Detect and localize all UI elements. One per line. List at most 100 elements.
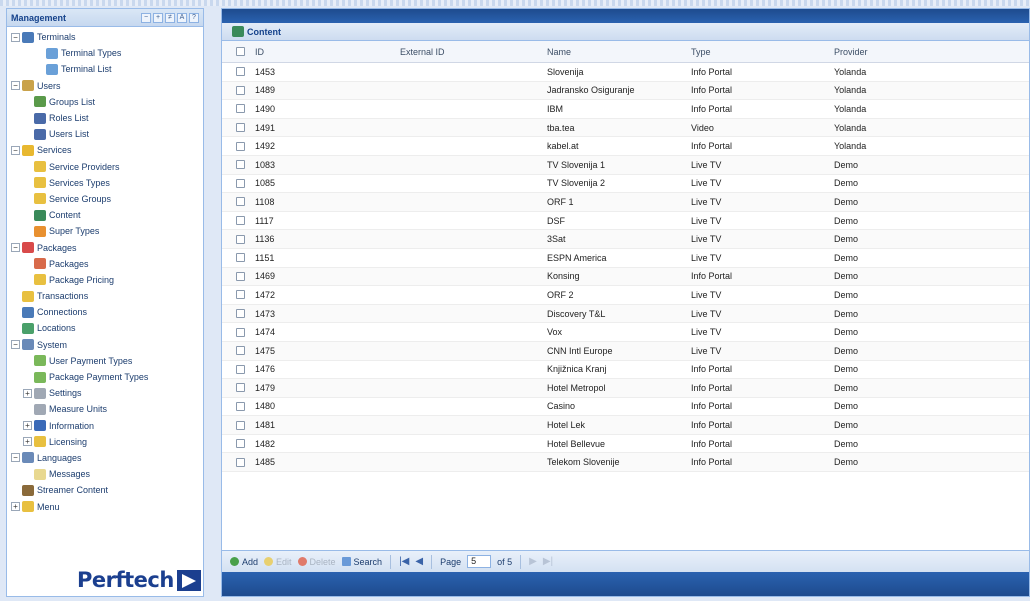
tree-item-languages[interactable]: − Languages [7, 450, 203, 466]
tree-item-service-providers[interactable]: Service Providers [7, 159, 203, 175]
tree-item-packages[interactable]: − Packages [7, 239, 203, 255]
table-row[interactable]: 1474 Vox Live TV Demo [222, 323, 1029, 342]
tree-item-menu[interactable]: + Menu [7, 498, 203, 514]
tree-item-roles-list[interactable]: Roles List [7, 110, 203, 126]
filter-tool-button[interactable]: ≠ [165, 12, 175, 23]
collapse-icon[interactable]: − [11, 340, 20, 350]
search-button[interactable]: Search [341, 557, 382, 567]
tree-item-user-payment-types[interactable]: User Payment Types [7, 353, 203, 369]
tree-item-super-types[interactable]: Super Types [7, 223, 203, 239]
table-row[interactable]: 1476 Knjižnica Kranj Info Portal Demo [222, 361, 1029, 380]
row-checkbox[interactable] [236, 327, 245, 337]
row-checkbox[interactable] [236, 85, 245, 95]
column-header-id[interactable]: ID [255, 41, 264, 62]
column-header-external-id[interactable]: External ID [400, 41, 445, 62]
collapse-icon[interactable]: − [11, 32, 20, 42]
collapse-icon[interactable]: − [11, 81, 20, 91]
tree-item-services[interactable]: − Services [7, 142, 203, 158]
row-checkbox[interactable] [236, 364, 245, 374]
last-page-icon[interactable]: ▶| [543, 556, 553, 567]
tree-item-settings[interactable]: + Settings [7, 385, 203, 401]
row-checkbox[interactable] [236, 234, 245, 244]
column-header-type[interactable]: Type [691, 41, 711, 62]
tree-item-terminal-list[interactable]: Terminal List [7, 61, 203, 77]
tree-item-packages[interactable]: Packages [7, 256, 203, 272]
tree-item-connections[interactable]: Connections [7, 304, 203, 320]
expand-icon[interactable]: + [11, 502, 20, 512]
table-row[interactable]: 1085 TV Slovenija 2 Live TV Demo [222, 175, 1029, 194]
previous-page-icon[interactable]: ◀ [415, 556, 423, 567]
tree-item-locations[interactable]: Locations [7, 320, 203, 336]
next-page-icon[interactable]: ▶ [529, 556, 537, 567]
tree-item-transactions[interactable]: Transactions [7, 288, 203, 304]
expand-icon[interactable]: + [23, 421, 32, 431]
table-row[interactable]: 1480 Casino Info Portal Demo [222, 398, 1029, 417]
row-checkbox[interactable] [236, 123, 245, 133]
table-row[interactable]: 1489 Jadransko Osiguranje Info Portal Yolan… [222, 81, 1029, 101]
tree-item-information[interactable]: + Information [7, 418, 203, 434]
edit-button[interactable]: Edit [264, 557, 292, 567]
collapse-all-tool-button[interactable]: − [141, 12, 151, 23]
table-row[interactable]: 1490 IBM Info Portal Yolanda [222, 100, 1029, 119]
table-row[interactable]: 1479 Hotel Metropol Info Portal Demo [222, 379, 1029, 398]
row-checkbox[interactable] [236, 253, 245, 263]
tree-item-messages[interactable]: Messages [7, 466, 203, 482]
tree-item-measure-units[interactable]: Measure Units [7, 401, 203, 417]
row-checkbox[interactable] [236, 401, 245, 411]
table-row[interactable]: 1481 Hotel Lek Info Portal Demo [222, 416, 1029, 435]
table-row[interactable]: 1469 Konsing Info Portal Demo [222, 267, 1029, 287]
tree-item-licensing[interactable]: + Licensing [7, 434, 203, 450]
row-checkbox[interactable] [236, 141, 245, 151]
first-page-icon[interactable]: |◀ [399, 556, 409, 567]
page-number-input[interactable]: 5 [467, 555, 492, 568]
table-row[interactable]: 1473 Discovery T&L Live TV Demo [222, 304, 1029, 324]
row-checkbox[interactable] [236, 67, 245, 77]
delete-button[interactable]: Delete [297, 557, 336, 567]
help-tool-button[interactable]: ? [189, 12, 199, 23]
row-checkbox[interactable] [236, 271, 245, 281]
table-row[interactable]: 1453 Slovenija Info Portal Yolanda [222, 63, 1029, 82]
tree-item-services-types[interactable]: Services Types [7, 175, 203, 191]
collapse-icon[interactable]: − [11, 145, 20, 155]
row-checkbox[interactable] [236, 383, 245, 393]
collapse-icon[interactable]: − [11, 243, 20, 253]
row-checkbox[interactable] [236, 309, 245, 319]
table-row[interactable]: 1491 tba.tea Video Yolanda [222, 118, 1029, 138]
expand-icon[interactable]: + [23, 437, 32, 447]
row-checkbox[interactable] [236, 104, 245, 114]
row-checkbox[interactable] [236, 439, 245, 449]
tree-item-groups-list[interactable]: Groups List [7, 94, 203, 110]
tree-item-system[interactable]: − System [7, 337, 203, 353]
table-row[interactable]: 1472 ORF 2 Live TV Demo [222, 286, 1029, 305]
tree-item-service-groups[interactable]: Service Groups [7, 191, 203, 207]
row-checkbox[interactable] [236, 346, 245, 356]
row-checkbox[interactable] [236, 216, 245, 226]
sort-tool-button[interactable]: A [177, 12, 187, 23]
tree-item-terminals[interactable]: − Terminals [7, 29, 203, 45]
table-row[interactable]: 1083 TV Slovenija 1 Live TV Demo [222, 155, 1029, 175]
column-header-provider[interactable]: Provider [834, 41, 868, 62]
expand-icon[interactable]: + [23, 388, 32, 398]
table-row[interactable]: 1482 Hotel Bellevue Info Portal Demo [222, 435, 1029, 454]
expand-all-tool-button[interactable]: + [153, 12, 163, 23]
tree-item-users-list[interactable]: Users List [7, 126, 203, 142]
collapse-icon[interactable]: − [11, 453, 20, 463]
table-row[interactable]: 1475 CNN Intl Europe Live TV Demo [222, 341, 1029, 361]
select-all-checkbox[interactable] [236, 47, 245, 56]
row-checkbox[interactable] [236, 290, 245, 300]
row-checkbox[interactable] [236, 420, 245, 430]
row-checkbox[interactable] [236, 197, 245, 207]
tree-item-users[interactable]: − Users [7, 78, 203, 94]
table-row[interactable]: 1108 ORF 1 Live TV Demo [222, 193, 1029, 212]
row-checkbox[interactable] [236, 457, 245, 467]
tree-item-package-pricing[interactable]: Package Pricing [7, 272, 203, 288]
table-row[interactable]: 1136 3Sat Live TV Demo [222, 230, 1029, 249]
table-row[interactable]: 1492 kabel.at Info Portal Yolanda [222, 137, 1029, 156]
tree-item-content[interactable]: Content [7, 207, 203, 223]
table-row[interactable]: 1485 Telekom Slovenije Info Portal Demo [222, 453, 1029, 473]
table-row[interactable]: 1151 ESPN America Live TV Demo [222, 249, 1029, 268]
row-checkbox[interactable] [236, 160, 245, 170]
tree-item-package-payment-types[interactable]: Package Payment Types [7, 369, 203, 385]
add-button[interactable]: Add [230, 557, 258, 567]
tree-item-streamer-content[interactable]: Streamer Content [7, 482, 203, 498]
